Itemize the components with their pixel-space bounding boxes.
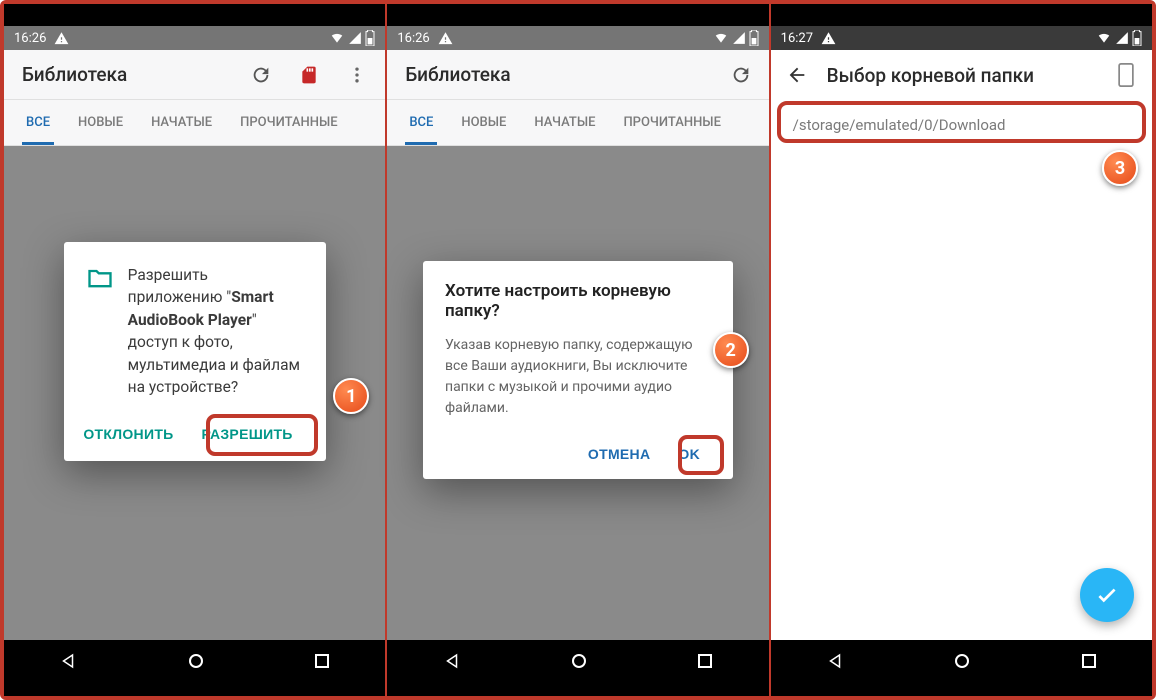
nav-home[interactable] [954,653,970,673]
nav-back[interactable] [443,652,461,674]
sdcard-icon [299,64,319,86]
arrow-back-icon [786,64,808,86]
battery-icon [749,30,759,46]
refresh-icon [730,64,752,86]
back-button[interactable] [777,55,817,95]
status-time: 16:26 [14,31,46,46]
wifi-icon [1096,31,1112,45]
nav-recent[interactable] [1081,653,1097,673]
check-icon [1094,582,1120,608]
nav-recent[interactable] [314,653,330,673]
confirm-fab[interactable] [1080,568,1134,622]
bezel-top [387,4,768,26]
nav-bar [771,640,1152,686]
content-area: Хотите настроить корневую папку? Указав … [387,146,768,640]
warning-icon [438,31,453,46]
callout-marker-2: 2 [713,332,749,368]
deny-button[interactable]: ОТКЛОНИТЬ [72,417,184,451]
callout-marker-1: 1 [333,378,369,414]
signal-icon [1115,31,1129,45]
nav-back[interactable] [59,652,77,674]
signal-icon [348,31,362,45]
tab-read[interactable]: ПРОЧИТАННЫЕ [609,100,734,145]
wifi-icon [329,31,345,45]
dialog-text: Указав корневую папку, содержащую все Ва… [445,335,711,419]
app-title: Библиотека [22,63,233,86]
dialog-title: Хотите настроить корневую папку? [445,281,711,321]
permission-dialog: Разрешить приложению "Smart AudioBook Pl… [64,242,326,461]
content-area: Разрешить приложению "Smart AudioBook Pl… [4,146,385,640]
tab-started[interactable]: НАЧАТЫЕ [137,100,226,145]
ok-button[interactable]: OK [667,437,711,471]
more-button[interactable] [337,55,377,95]
path-field[interactable]: /storage/emulated/0/Download [781,106,1142,144]
status-bar: 16:26 [4,26,385,50]
nav-bar [387,640,768,686]
nav-back[interactable] [826,652,844,674]
nav-home[interactable] [571,653,587,673]
app-title: Библиотека [405,63,712,86]
refresh-icon [250,64,272,86]
wifi-icon [713,31,729,45]
bezel-bottom [387,686,768,696]
picker-app-bar: Выбор корневой папки [771,50,1152,100]
status-time: 16:27 [781,31,813,46]
refresh-button[interactable] [721,55,761,95]
phone-screen-2: 16:26 Библиотека ВСЕ НОВЫЕ НАЧАТЫЕ ПРОЧИ… [387,4,770,696]
nav-recent[interactable] [697,653,713,673]
sdcard-button[interactable] [289,55,329,95]
status-time: 16:26 [397,31,429,46]
tab-read[interactable]: ПРОЧИТАННЫЕ [226,100,351,145]
folder-icon [86,264,114,292]
tab-all[interactable]: ВСЕ [395,100,447,145]
permission-text: Разрешить приложению "Smart AudioBook Pl… [128,264,304,399]
bezel-bottom [4,686,385,696]
bezel-top [4,4,385,26]
nav-bar [4,640,385,686]
app-bar: Библиотека [387,50,768,100]
tab-started[interactable]: НАЧАТЫЕ [520,100,609,145]
bezel-bottom [771,686,1152,696]
tabs: ВСЕ НОВЫЕ НАЧАТЫЕ ПРОЧИТАННЫЕ [4,100,385,146]
more-vert-icon [347,65,367,85]
tabs: ВСЕ НОВЫЕ НАЧАТЫЕ ПРОЧИТАННЫЕ [387,100,768,146]
app-bar: Библиотека [4,50,385,100]
picker-title: Выбор корневой папки [827,64,1096,87]
device-button[interactable] [1106,55,1146,95]
battery-icon [1132,30,1142,46]
phone-device-icon [1117,63,1135,87]
content-area: /storage/emulated/0/Download 3 [771,100,1152,640]
tab-all[interactable]: ВСЕ [12,100,64,145]
status-bar: 16:26 [387,26,768,50]
warning-icon [54,31,69,46]
nav-home[interactable] [188,653,204,673]
refresh-button[interactable] [241,55,281,95]
tab-new[interactable]: НОВЫЕ [64,100,137,145]
tab-new[interactable]: НОВЫЕ [447,100,520,145]
allow-button[interactable]: РАЗРЕШИТЬ [191,417,304,451]
phone-screen-3: 16:27 Выбор корневой папки /storage/emul… [771,4,1152,696]
callout-marker-3: 3 [1102,150,1138,186]
root-folder-dialog: Хотите настроить корневую папку? Указав … [423,261,733,479]
cancel-button[interactable]: ОТМЕНА [577,437,661,471]
signal-icon [732,31,746,45]
battery-icon [365,30,375,46]
bezel-top [771,4,1152,26]
phone-screen-1: 16:26 Библиотека ВСЕ НОВЫЕ НАЧ [4,4,387,696]
status-bar: 16:27 [771,26,1152,50]
warning-icon [821,31,836,46]
